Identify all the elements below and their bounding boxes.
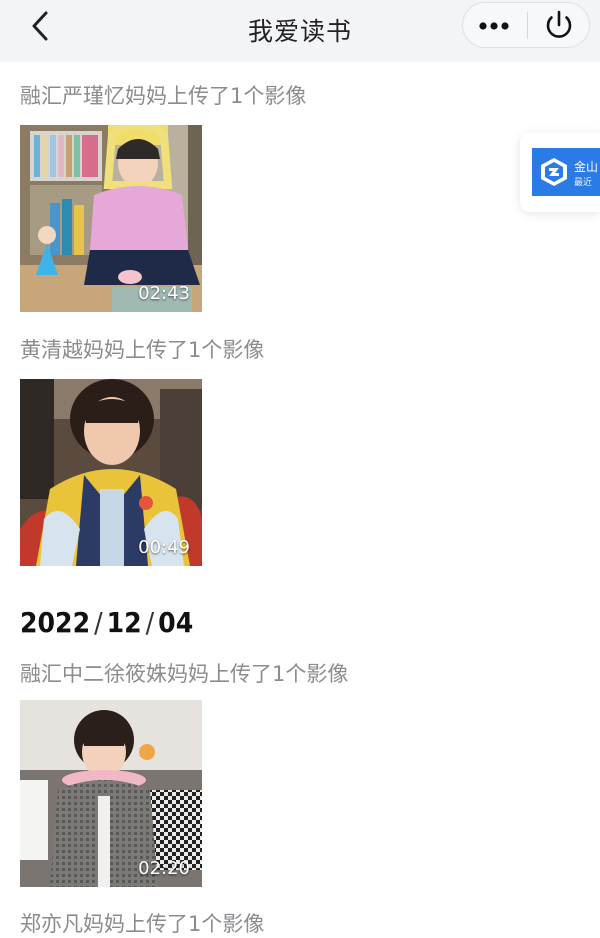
mini-program-capsule xyxy=(462,2,590,48)
more-button[interactable] xyxy=(463,3,527,47)
video-thumbnail[interactable]: 00:49 xyxy=(20,379,202,566)
power-icon xyxy=(546,10,572,38)
date-year: 2022 xyxy=(20,606,91,639)
floating-widget-sub: 最近 xyxy=(574,178,593,188)
video-thumbnail[interactable]: 02:20 xyxy=(20,700,202,887)
date-heading: 2022/12/04 xyxy=(20,606,193,639)
more-dots-icon xyxy=(479,22,509,30)
upload-title: 郑亦凡妈妈上传了1个影像 xyxy=(20,912,265,936)
date-separator: / xyxy=(145,606,155,639)
floating-widget-label: 金山 xyxy=(574,160,599,174)
floating-app-widget[interactable]: 金山 最近 xyxy=(520,132,600,212)
video-duration: 02:20 xyxy=(138,858,190,879)
close-button[interactable] xyxy=(528,3,590,47)
upload-title: 融汇严瑾忆妈妈上传了1个影像 xyxy=(20,84,307,108)
wps-logo-icon xyxy=(541,158,567,186)
video-duration: 00:49 xyxy=(138,537,190,558)
floating-widget-body: 金山 最近 xyxy=(532,148,600,196)
upload-title: 融汇中二徐筱姝妈妈上传了1个影像 xyxy=(20,662,349,686)
video-thumbnail[interactable]: 02:43 xyxy=(20,125,202,312)
upload-title: 黄清越妈妈上传了1个影像 xyxy=(20,338,265,362)
date-day: 04 xyxy=(158,606,194,639)
date-month: 12 xyxy=(106,606,142,639)
date-separator: / xyxy=(94,606,103,639)
video-duration: 02:43 xyxy=(138,283,190,304)
navbar: 我爱读书 xyxy=(0,0,600,62)
